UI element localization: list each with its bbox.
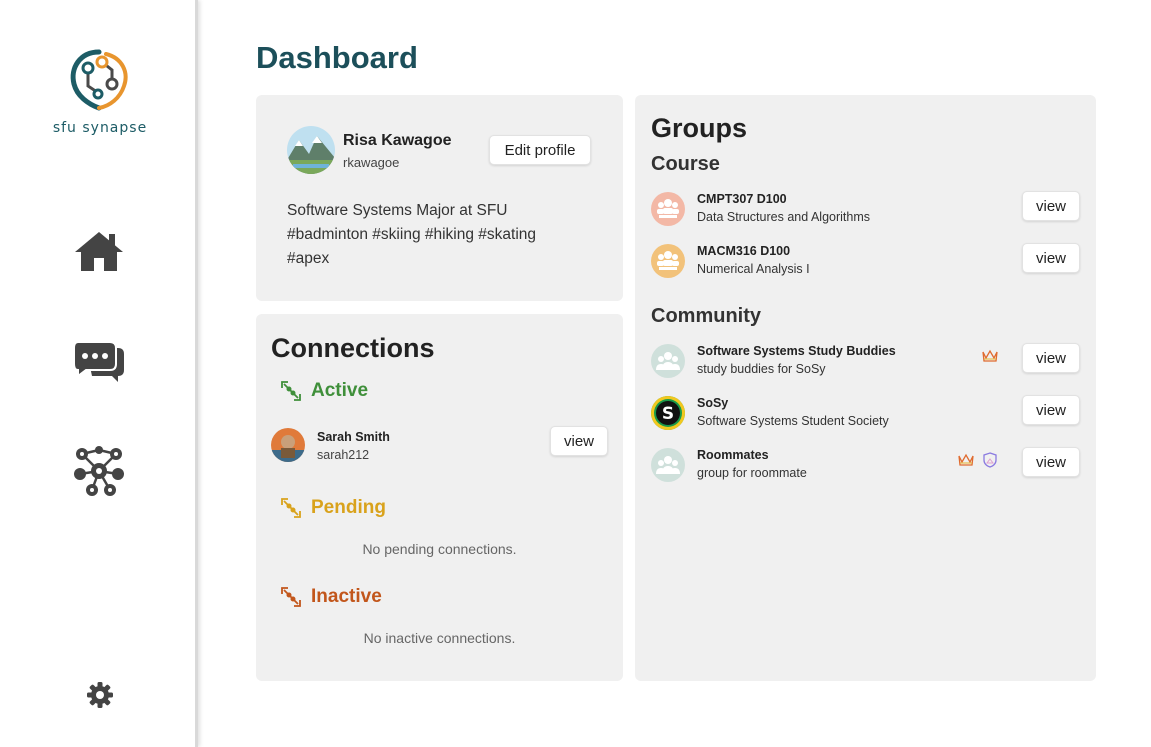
inactive-label: Inactive xyxy=(311,586,382,607)
shield-icon xyxy=(981,451,999,469)
group-icon xyxy=(651,192,685,226)
group-name: MACM316 D100 xyxy=(697,244,791,258)
inactive-empty-text: No inactive connections. xyxy=(363,630,516,646)
connection-link-icon xyxy=(281,498,301,518)
group-description: study buddies for SoSy xyxy=(697,362,826,376)
landscape-avatar-icon xyxy=(287,126,335,174)
chat-icon xyxy=(73,341,124,382)
group-icon xyxy=(651,244,685,278)
people-icon xyxy=(657,199,679,218)
course-group-item: CMPT307 D100 Data Structures and Algorit… xyxy=(651,191,1081,232)
svg-text:S: S xyxy=(662,404,674,424)
profile-bio: Software Systems Major at SFU #badminton… xyxy=(287,199,607,271)
connection-avatar[interactable] xyxy=(271,428,305,462)
sidebar: sfu synapse xyxy=(0,0,198,747)
group-description: group for roommate xyxy=(697,466,807,480)
profile-card: Risa Kawagoe rkawagoe Edit profile Softw… xyxy=(256,95,623,301)
sosy-logo-icon: S xyxy=(651,396,685,430)
view-group-button[interactable]: view xyxy=(1022,447,1080,477)
community-group-item: Roommates group for roommate view xyxy=(651,447,1081,488)
view-group-button[interactable]: view xyxy=(1022,191,1080,221)
community-group-item: S SoSy Software Systems Student Society … xyxy=(651,395,1081,436)
home-icon xyxy=(75,232,123,271)
connection-item: Sarah Smith sarah212 view xyxy=(271,426,611,468)
pending-empty-text: No pending connections. xyxy=(362,541,517,557)
gear-icon xyxy=(87,682,113,708)
people-icon xyxy=(656,456,680,474)
people-icon xyxy=(657,251,679,270)
view-group-button[interactable]: view xyxy=(1022,395,1080,425)
group-icon: S xyxy=(651,396,685,430)
group-icon xyxy=(651,448,685,482)
view-connection-button[interactable]: view xyxy=(550,426,608,456)
course-subtitle: Course xyxy=(651,153,720,175)
view-group-button[interactable]: view xyxy=(1022,243,1080,273)
active-label: Active xyxy=(311,380,369,401)
group-name: SoSy xyxy=(697,396,729,410)
profile-avatar[interactable] xyxy=(287,126,335,174)
group-name: CMPT307 D100 xyxy=(697,192,787,206)
group-description: Software Systems Student Society xyxy=(697,414,889,428)
group-description: Data Structures and Algorithms xyxy=(697,210,870,224)
view-group-button[interactable]: view xyxy=(1022,343,1080,373)
bio-line: Software Systems Major at SFU xyxy=(287,202,508,219)
people-icon xyxy=(656,352,680,370)
connections-title: Connections xyxy=(271,333,435,363)
groups-title: Groups xyxy=(651,113,748,143)
nav-messages[interactable] xyxy=(72,334,126,388)
course-group-item: MACM316 D100 Numerical Analysis I view xyxy=(651,243,1081,284)
group-icon xyxy=(651,344,685,378)
connection-username: sarah212 xyxy=(317,448,370,462)
pending-label: Pending xyxy=(311,497,386,518)
bio-line: #badminton #skiing #hiking #skating xyxy=(287,226,537,243)
groups-card: Groups Course CMPT307 D100 Data Structur… xyxy=(635,95,1096,681)
app-logo[interactable]: sfu synapse xyxy=(40,46,160,142)
nav-network[interactable] xyxy=(72,444,126,498)
community-subtitle: Community xyxy=(651,305,761,327)
edit-profile-button[interactable]: Edit profile xyxy=(489,135,591,165)
connection-name: Sarah Smith xyxy=(317,430,390,444)
connections-card: Connections Active Sarah Smith sarah212 … xyxy=(256,314,623,681)
connection-link-icon xyxy=(281,587,301,607)
group-description: Numerical Analysis I xyxy=(697,262,810,276)
settings-button[interactable] xyxy=(86,681,114,709)
page-title: Dashboard xyxy=(256,40,418,75)
logo-text: sfu synapse xyxy=(52,120,148,136)
nav-home[interactable] xyxy=(72,224,126,278)
group-name: Roommates xyxy=(697,448,769,462)
community-group-item: Software Systems Study Buddies study bud… xyxy=(651,343,1081,384)
synapse-logo-icon xyxy=(70,49,128,111)
crown-icon xyxy=(957,451,975,469)
profile-name: Risa Kawagoe xyxy=(343,132,452,149)
network-icon xyxy=(74,446,124,496)
person-avatar-icon xyxy=(271,428,305,462)
connection-link-icon xyxy=(281,381,301,401)
crown-icon xyxy=(981,347,999,365)
bio-line: #apex xyxy=(287,250,330,267)
profile-username: rkawagoe xyxy=(343,155,400,170)
group-name: Software Systems Study Buddies xyxy=(697,344,896,358)
